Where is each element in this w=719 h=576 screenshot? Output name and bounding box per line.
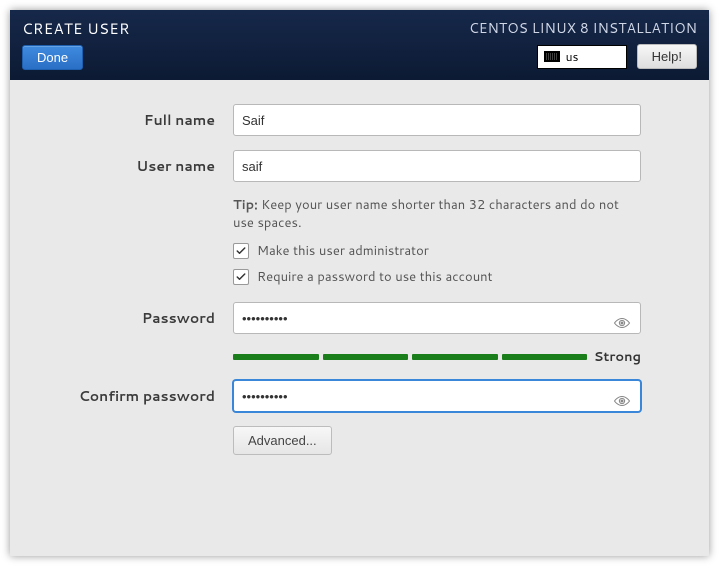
keyboard-layout-indicator[interactable]: us xyxy=(537,45,627,69)
password-strength-label: Strong xyxy=(593,348,641,366)
full-name-input[interactable] xyxy=(233,104,641,136)
check-icon xyxy=(235,271,247,283)
installer-window: CREATE USER Done CENTOS LINUX 8 INSTALLA… xyxy=(10,10,709,556)
password-label: Password xyxy=(40,308,215,328)
keyboard-icon xyxy=(544,51,560,62)
top-bar: CREATE USER Done CENTOS LINUX 8 INSTALLA… xyxy=(10,10,709,80)
form-content: Full name User name Tip: Keep your user … xyxy=(10,80,709,556)
tip-prefix: Tip: xyxy=(233,196,258,214)
username-tip: Tip: Keep your user name shorter than 32… xyxy=(233,196,641,232)
user-name-input[interactable] xyxy=(233,150,641,182)
done-button[interactable]: Done xyxy=(22,45,83,70)
confirm-password-label: Confirm password xyxy=(40,386,215,406)
full-name-label: Full name xyxy=(40,110,215,130)
tip-text: Keep your user name shorter than 32 char… xyxy=(233,196,619,232)
installer-subtitle: CENTOS LINUX 8 INSTALLATION xyxy=(469,18,697,38)
advanced-button[interactable]: Advanced... xyxy=(233,426,332,455)
keyboard-layout-label: us xyxy=(566,48,579,65)
password-strength-meter xyxy=(233,354,587,360)
help-button[interactable]: Help! xyxy=(637,44,697,69)
confirm-password-input[interactable] xyxy=(233,380,641,412)
reveal-confirm-password-icon[interactable] xyxy=(613,390,631,402)
password-input[interactable] xyxy=(233,302,641,334)
check-icon xyxy=(235,245,247,257)
user-name-label: User name xyxy=(40,156,215,176)
reveal-password-icon[interactable] xyxy=(613,312,631,324)
admin-checkbox[interactable] xyxy=(233,243,249,259)
require-password-checkbox[interactable] xyxy=(233,269,249,285)
page-title: CREATE USER xyxy=(22,18,130,39)
require-password-checkbox-label: Require a password to use this account xyxy=(257,268,493,286)
admin-checkbox-label: Make this user administrator xyxy=(257,242,429,260)
